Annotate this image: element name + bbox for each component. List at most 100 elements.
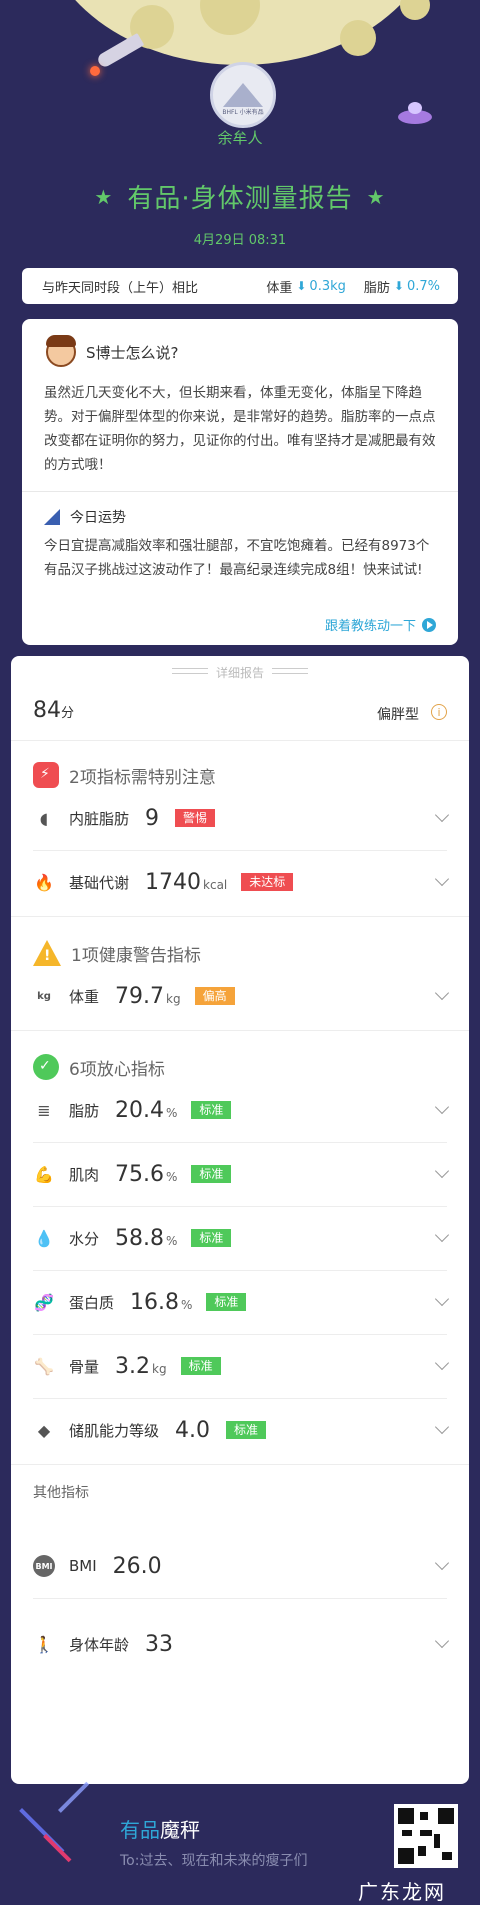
brand-name-part: 魔秤: [160, 1818, 200, 1842]
status-badge: 标准: [206, 1293, 247, 1311]
avatar-logo-text: BHFL 小米有品: [222, 109, 264, 116]
divider: [33, 1270, 447, 1271]
section-title: 1项健康警告指标: [71, 945, 201, 966]
status-badge: 标准: [191, 1229, 232, 1247]
divider: [11, 916, 469, 917]
metric-value: 3.2 kg: [115, 1353, 167, 1379]
chevron-down-icon[interactable]: [434, 807, 450, 823]
metric-name: 内脏脂肪: [69, 809, 130, 828]
chevron-down-icon[interactable]: [434, 1419, 450, 1435]
doctor-avatar-icon: [46, 335, 76, 367]
info-icon[interactable]: i: [431, 704, 447, 720]
metric-row-muscle-storage[interactable]: ◆ 储肌能力等级 4.0 标准: [11, 1400, 469, 1460]
metric-value: 4.0: [175, 1417, 211, 1443]
metric-value: 20.4%: [115, 1097, 178, 1123]
brand-slogan: To:过去、现在和未来的瘦子们: [120, 1853, 308, 1869]
advice-card: S博士怎么说? 虽然近几天变化不大，但长期来看，体重无变化，体脂呈下降趋势。对于…: [22, 319, 458, 645]
arrow-down-icon: ⬇: [393, 279, 404, 293]
qr-code-icon[interactable]: [394, 1804, 458, 1868]
metric-row-bmi[interactable]: BMI BMI 26.0: [11, 1536, 469, 1596]
brand-name-part: 有品: [120, 1818, 160, 1842]
arrow-down-icon: ⬇: [296, 279, 307, 293]
username: 余牟人: [217, 129, 263, 147]
fortune-title: 今日运势: [70, 510, 126, 526]
metric-value: 16.8%: [130, 1289, 193, 1315]
status-badge: 偏高: [194, 987, 235, 1005]
advice-header: S博士怎么说?: [46, 335, 178, 367]
metric-value: 75.6%: [115, 1161, 178, 1187]
weight-change-value: 0.3kg: [309, 278, 346, 294]
star-icon: ★: [94, 185, 114, 209]
metric-value: 79.7 kg: [115, 983, 181, 1009]
score-unit: 分: [61, 706, 75, 721]
status-badge: 标准: [180, 1357, 221, 1375]
metric-row-visceral-fat[interactable]: ◖ 内脏脂肪 9 警惕: [11, 788, 469, 848]
metric-name: 骨量: [69, 1357, 100, 1376]
avatar[interactable]: BHFL 小米有品: [210, 62, 276, 128]
advice-text: 虽然近几天变化不大，但长期来看，体重无变化，体脂呈下降趋势。对于偏胖型体型的你来…: [44, 385, 436, 473]
report-date: 4月29日 08:31: [193, 233, 287, 248]
metric-name: 水分: [69, 1229, 100, 1248]
metric-row-body-age[interactable]: 🚶 身体年龄 33: [11, 1614, 469, 1674]
metric-row-water[interactable]: 💧 水分 58.8% 标准: [11, 1208, 469, 1268]
status-badge: 标准: [191, 1165, 232, 1183]
divider: [33, 1142, 447, 1143]
status-badge: 标准: [226, 1421, 267, 1439]
header-hero: BHFL 小米有品 余牟人 ★ 有品·身体测量报告 ★ 4月29日 08:31: [0, 0, 480, 262]
metric-value: 9: [145, 805, 160, 831]
fat-change-value: 0.7%: [406, 278, 440, 294]
metric-name: 基础代谢: [69, 873, 130, 892]
metric-value: 26.0: [112, 1553, 162, 1579]
metric-row-weight[interactable]: kg 体重 79.7 kg 偏高: [11, 966, 469, 1026]
divider: [33, 850, 447, 851]
comparison-label: 与昨天同时段（上午）相比: [42, 280, 199, 296]
muscle-icon: 💪: [34, 1164, 54, 1184]
body-age-icon: 🚶: [34, 1634, 54, 1654]
fat-change-label: 脂肪: [363, 280, 390, 296]
divider: [11, 1030, 469, 1031]
divider: [11, 740, 469, 741]
metric-row-protein[interactable]: 🧬 蛋白质 16.8% 标准: [11, 1272, 469, 1332]
metric-name: 储肌能力等级: [69, 1421, 160, 1440]
chevron-down-icon[interactable]: [434, 1291, 450, 1307]
muscle-storage-icon: ◆: [37, 1420, 51, 1440]
bmi-icon: BMI: [33, 1555, 55, 1577]
rocket-icon: [95, 32, 145, 70]
check-icon: ✓: [33, 1054, 59, 1080]
chevron-down-icon[interactable]: [434, 985, 450, 1001]
divider: [33, 1398, 447, 1399]
flame-icon: 🔥: [34, 872, 54, 892]
rocket-flame-icon: [90, 66, 100, 76]
fat-icon: ≣: [37, 1100, 51, 1120]
metric-value: 58.8%: [115, 1225, 178, 1251]
weight-change-label: 体重: [266, 280, 293, 296]
chevron-down-icon[interactable]: [434, 1163, 450, 1179]
chevron-down-icon[interactable]: [434, 871, 450, 887]
water-drop-icon: 💧: [34, 1228, 54, 1248]
chevron-down-icon[interactable]: [434, 1355, 450, 1371]
metric-name: 肌肉: [69, 1165, 100, 1184]
status-badge: 未达标: [241, 873, 294, 891]
organ-icon: ◖: [39, 808, 49, 828]
fortune-text: 今日宜提高减脂效率和强壮腿部，不宜吃饱瘫着。已经有8973个有品汉子挑战过这波动…: [44, 538, 430, 578]
section-warning-header: ! 1项健康警告指标: [33, 938, 201, 968]
coach-link[interactable]: 跟着教练动一下: [325, 615, 436, 634]
comparison-bar: 与昨天同时段（上午）相比 体重 ⬇ 0.3kg 脂肪 ⬇ 0.7%: [22, 268, 458, 304]
chevron-down-icon[interactable]: [434, 1555, 450, 1571]
coach-link-label[interactable]: 跟着教练动一下: [325, 615, 416, 634]
metric-row-muscle[interactable]: 💪 肌肉 75.6% 标准: [11, 1144, 469, 1204]
divider: [11, 1464, 469, 1465]
metric-row-fat[interactable]: ≣ 脂肪 20.4% 标准: [11, 1080, 469, 1140]
fortune-icon: [44, 509, 60, 525]
metric-name: 身体年龄: [69, 1635, 130, 1654]
play-icon[interactable]: [422, 617, 436, 632]
metric-name: 脂肪: [69, 1101, 100, 1120]
body-type: 偏胖型: [377, 707, 419, 723]
metric-row-bmr[interactable]: 🔥 基础代谢 1740 kcal 未达标: [11, 852, 469, 912]
page-title-text: 有品·身体测量报告: [127, 184, 353, 214]
metric-row-bone[interactable]: 🦴 骨量 3.2 kg 标准: [11, 1336, 469, 1396]
chevron-down-icon[interactable]: [434, 1633, 450, 1649]
chevron-down-icon[interactable]: [434, 1099, 450, 1115]
chevron-down-icon[interactable]: [434, 1227, 450, 1243]
other-metrics-label: 其他指标: [33, 1485, 89, 1501]
